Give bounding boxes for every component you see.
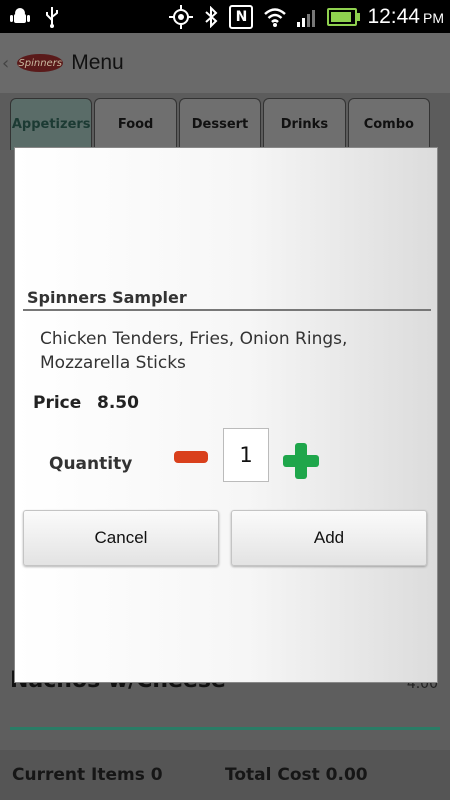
add-button[interactable]: Add	[231, 510, 427, 566]
usb-icon	[46, 6, 58, 28]
add-item-dialog: Spinners Sampler Chicken Tenders, Fries,…	[14, 147, 438, 683]
order-footer: Current Items 0 Total Cost 0.00	[0, 750, 450, 800]
back-chevron-icon[interactable]: ‹	[2, 53, 9, 74]
wifi-icon	[264, 7, 287, 27]
cancel-button[interactable]: Cancel	[23, 510, 219, 566]
bluetooth-icon	[205, 5, 218, 28]
quantity-field[interactable]: 1	[223, 428, 269, 482]
tab-dessert[interactable]: Dessert	[178, 98, 262, 150]
current-items-label: Current Items 0	[12, 765, 163, 785]
increase-quantity-icon[interactable]	[283, 443, 319, 479]
gps-icon	[169, 4, 194, 29]
page-title: Menu	[71, 51, 124, 74]
battery-icon	[327, 7, 361, 26]
total-cost-label: Total Cost 0.00	[225, 765, 368, 785]
app-logo: Spinners	[17, 54, 64, 72]
tab-food[interactable]: Food	[94, 98, 177, 150]
quantity-label: Quantity	[49, 454, 133, 474]
price-value: 8.50	[97, 393, 139, 413]
decrease-quantity-icon[interactable]	[174, 451, 208, 463]
tab-appetizers[interactable]: Appetizers	[10, 98, 93, 150]
signal-icon	[297, 9, 316, 27]
tab-combo[interactable]: Combo	[347, 98, 431, 150]
android-icon	[10, 7, 30, 23]
dialog-title: Spinners Sampler	[27, 288, 187, 307]
tab-drinks[interactable]: Drinks	[263, 98, 346, 150]
dialog-divider	[23, 309, 431, 311]
action-bar: ‹ Spinners Menu	[0, 33, 450, 93]
item-description: Chicken Tenders, Fries, Onion Rings, Moz…	[40, 329, 348, 373]
category-tabs: Appetizers Food Dessert Drinks Combo	[10, 98, 431, 150]
status-bar: N 12:44 PM	[0, 0, 450, 33]
clock: 12:44 PM	[367, 4, 444, 28]
price-label: Price	[33, 393, 82, 413]
divider	[10, 727, 440, 730]
nfc-icon: N	[229, 4, 254, 29]
